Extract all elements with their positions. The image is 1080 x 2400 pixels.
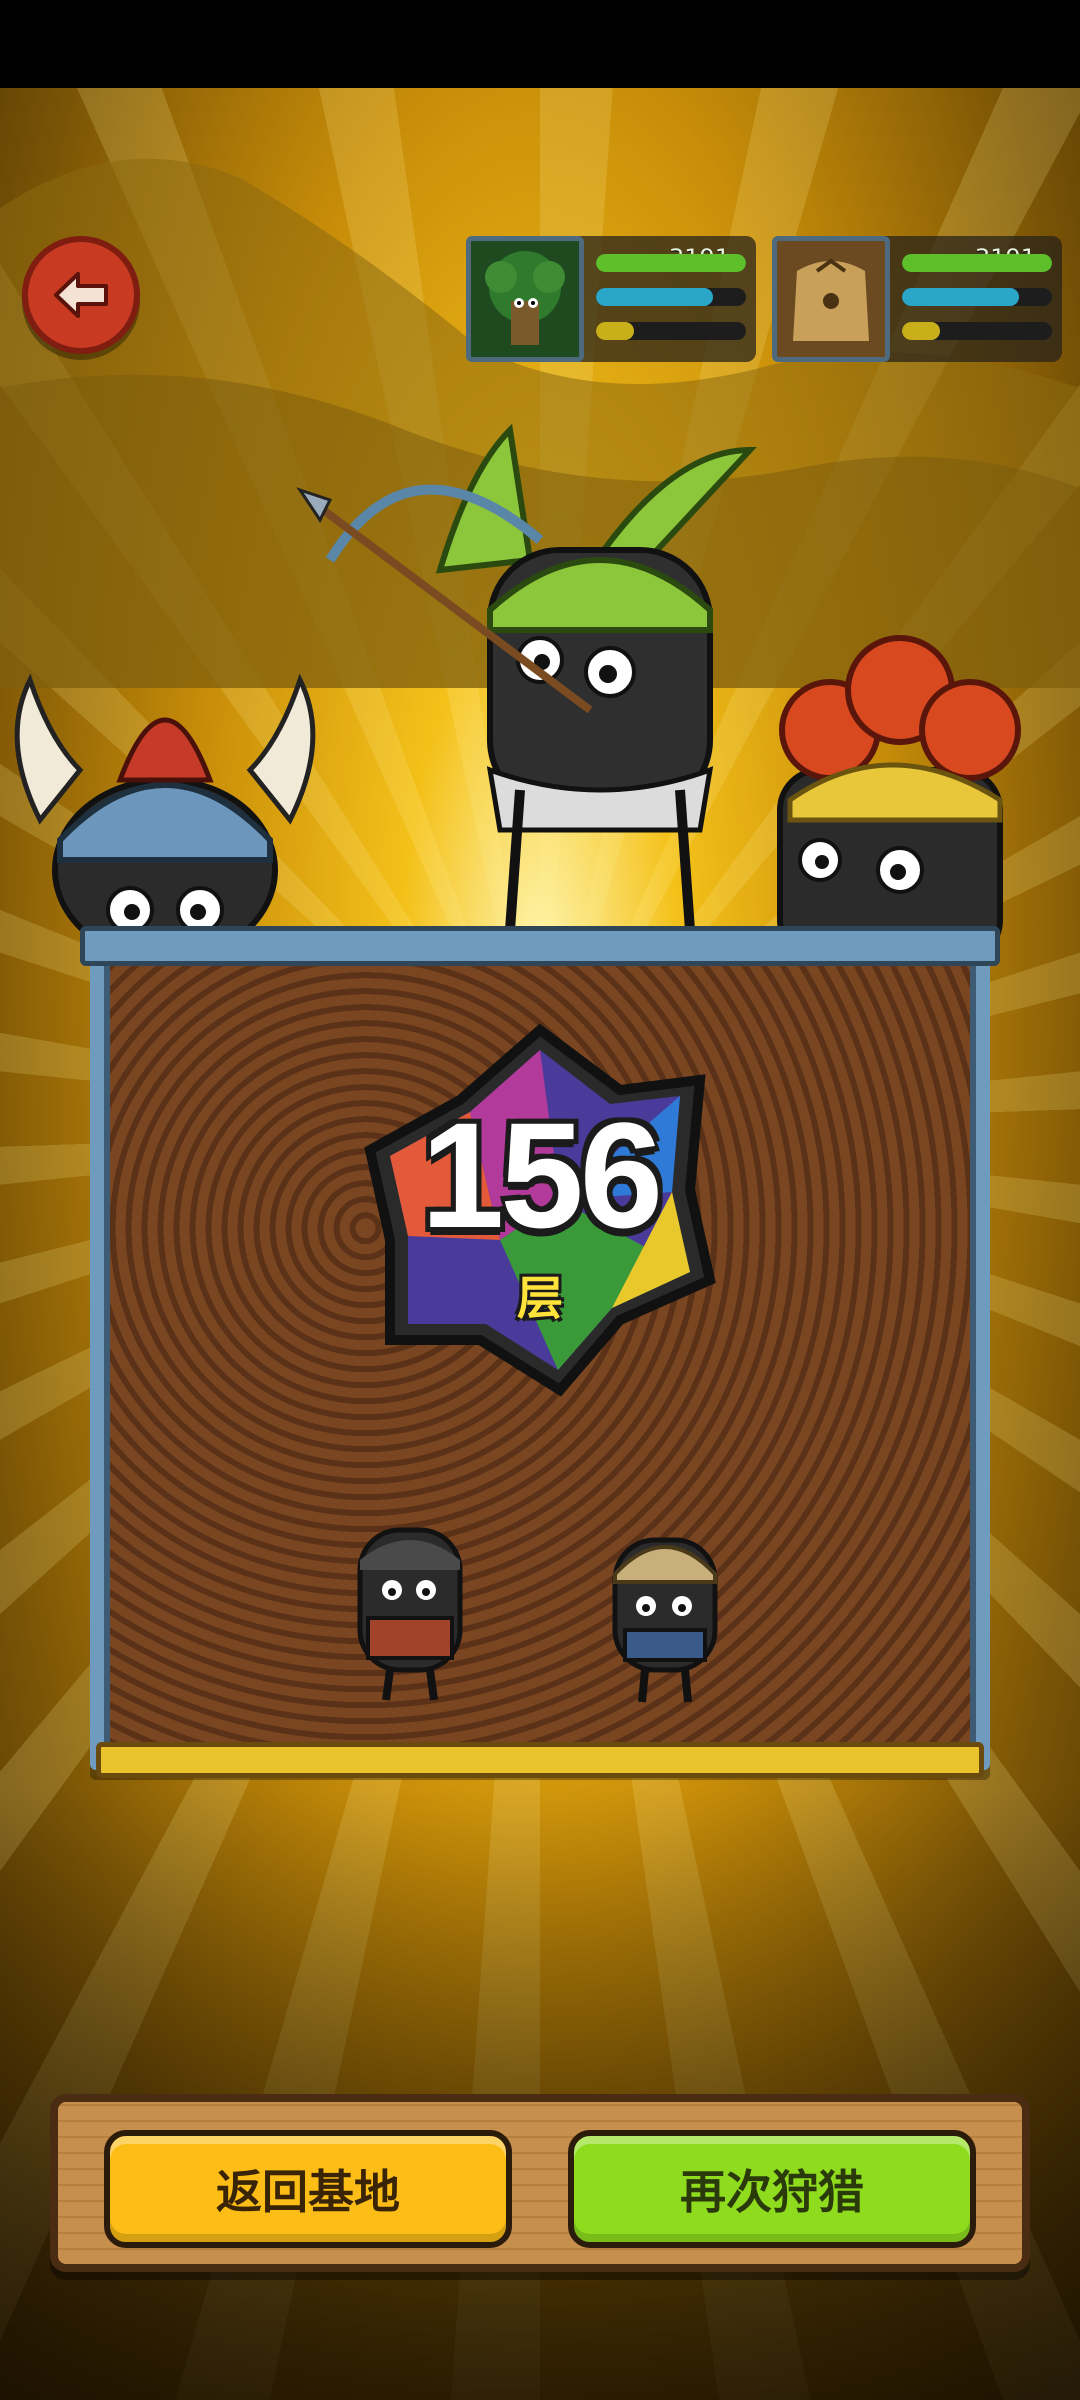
energy-bar (596, 288, 746, 306)
back-button[interactable] (22, 236, 140, 354)
rage-bar (596, 322, 746, 340)
hp-bar (902, 254, 1052, 272)
return-base-button[interactable]: 返回基地 (104, 2130, 512, 2248)
boss-card-1[interactable]: 3191 (466, 236, 756, 362)
board-bottom-rail (96, 1742, 984, 1778)
status-bar (0, 0, 1080, 88)
hunt-again-button[interactable]: 再次狩猎 (568, 2130, 976, 2248)
boss-card-2[interactable]: 3191 (772, 236, 1062, 362)
back-arrow-icon (54, 272, 108, 318)
floor-unit-label: 层 (517, 1271, 563, 1325)
hero-2 (612, 1537, 718, 1703)
sack-boss-portrait (772, 236, 890, 362)
curly-hair-monster (777, 635, 1021, 960)
archer-monster (296, 423, 757, 930)
tree-boss-portrait (466, 236, 584, 362)
rage-bar (902, 322, 1052, 340)
energy-bar (902, 288, 1052, 306)
hero-1 (357, 1527, 463, 1701)
board-top-rail (80, 926, 1000, 966)
floor-number: 156 (420, 1091, 663, 1259)
hp-bar (596, 254, 746, 272)
